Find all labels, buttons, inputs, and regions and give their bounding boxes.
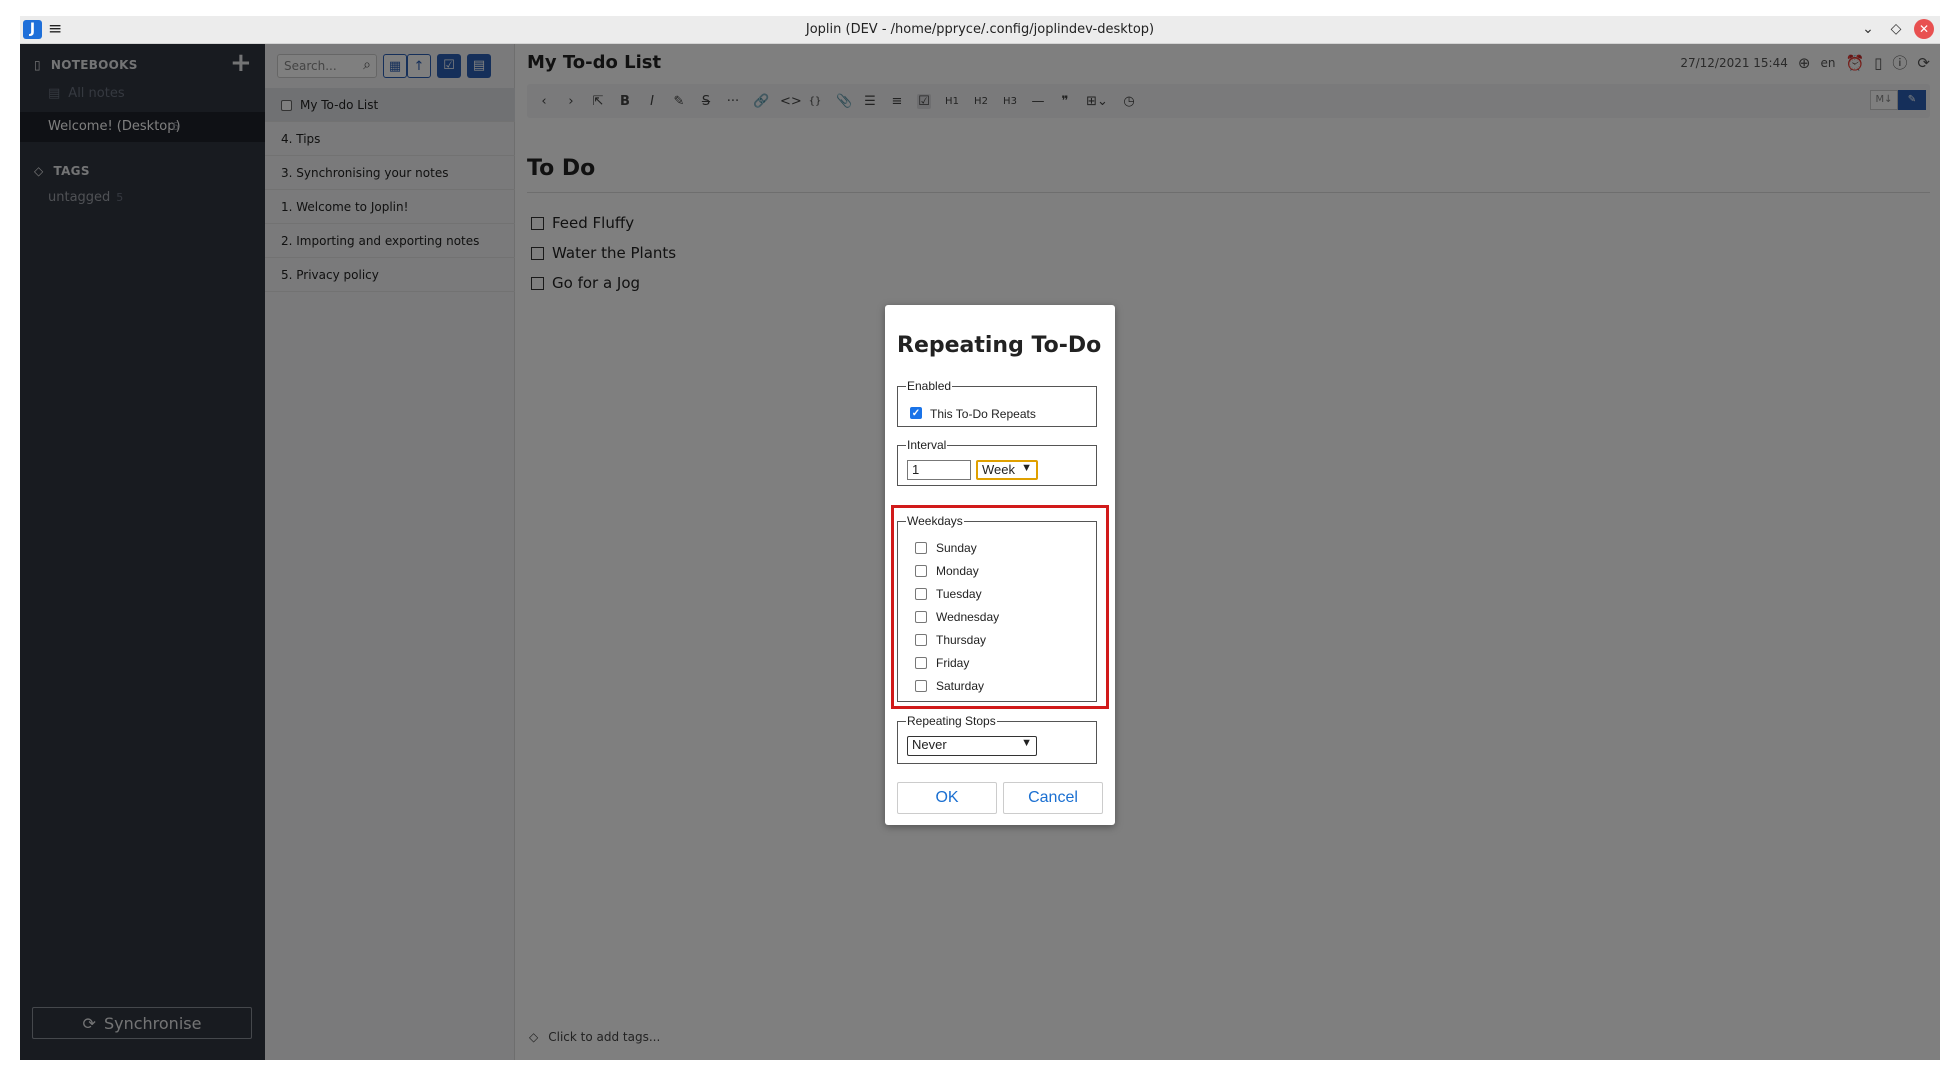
repeats-label: This To-Do Repeats [930, 407, 1036, 421]
window-title: Joplin (DEV - /home/ppryce/.config/jopli… [805, 22, 1155, 37]
app-window: J ≡ Joplin (DEV - /home/ppryce/.config/j… [20, 16, 1940, 1060]
cancel-button[interactable]: Cancel [1003, 782, 1103, 814]
repeats-checkbox[interactable]: ✓ [910, 407, 922, 419]
close-button[interactable]: ✕ [1914, 19, 1934, 39]
weekdays-highlight-box [891, 505, 1109, 709]
interval-unit-select[interactable]: Week ▼ [976, 460, 1038, 480]
chevron-down-icon: ▼ [1021, 462, 1032, 474]
enabled-legend: Enabled [907, 379, 952, 393]
interval-unit-value: Week [982, 462, 1015, 477]
title-bar: J ≡ Joplin (DEV - /home/ppryce/.config/j… [20, 16, 1940, 44]
interval-fieldset: Interval 1 Week ▼ [897, 438, 1097, 486]
chevron-down-icon: ▼ [1021, 737, 1032, 749]
repeating-todo-dialog: Repeating To-Do Enabled ✓ This To-Do Rep… [885, 305, 1115, 825]
maximize-button[interactable]: ◇ [1886, 19, 1906, 39]
repeating-stops-value: Never [912, 737, 947, 752]
minimize-button[interactable]: ⌄ [1858, 19, 1878, 39]
interval-legend: Interval [907, 438, 947, 452]
ok-button[interactable]: OK [897, 782, 997, 814]
dialog-title: Repeating To-Do [897, 333, 1102, 358]
enabled-fieldset: Enabled ✓ This To-Do Repeats [897, 379, 1097, 427]
interval-number-input[interactable]: 1 [907, 460, 971, 480]
repeating-stops-legend: Repeating Stops [907, 714, 996, 728]
repeating-stops-fieldset: Repeating Stops Never ▼ [897, 714, 1097, 764]
repeating-stops-select[interactable]: Never ▼ [907, 736, 1037, 756]
